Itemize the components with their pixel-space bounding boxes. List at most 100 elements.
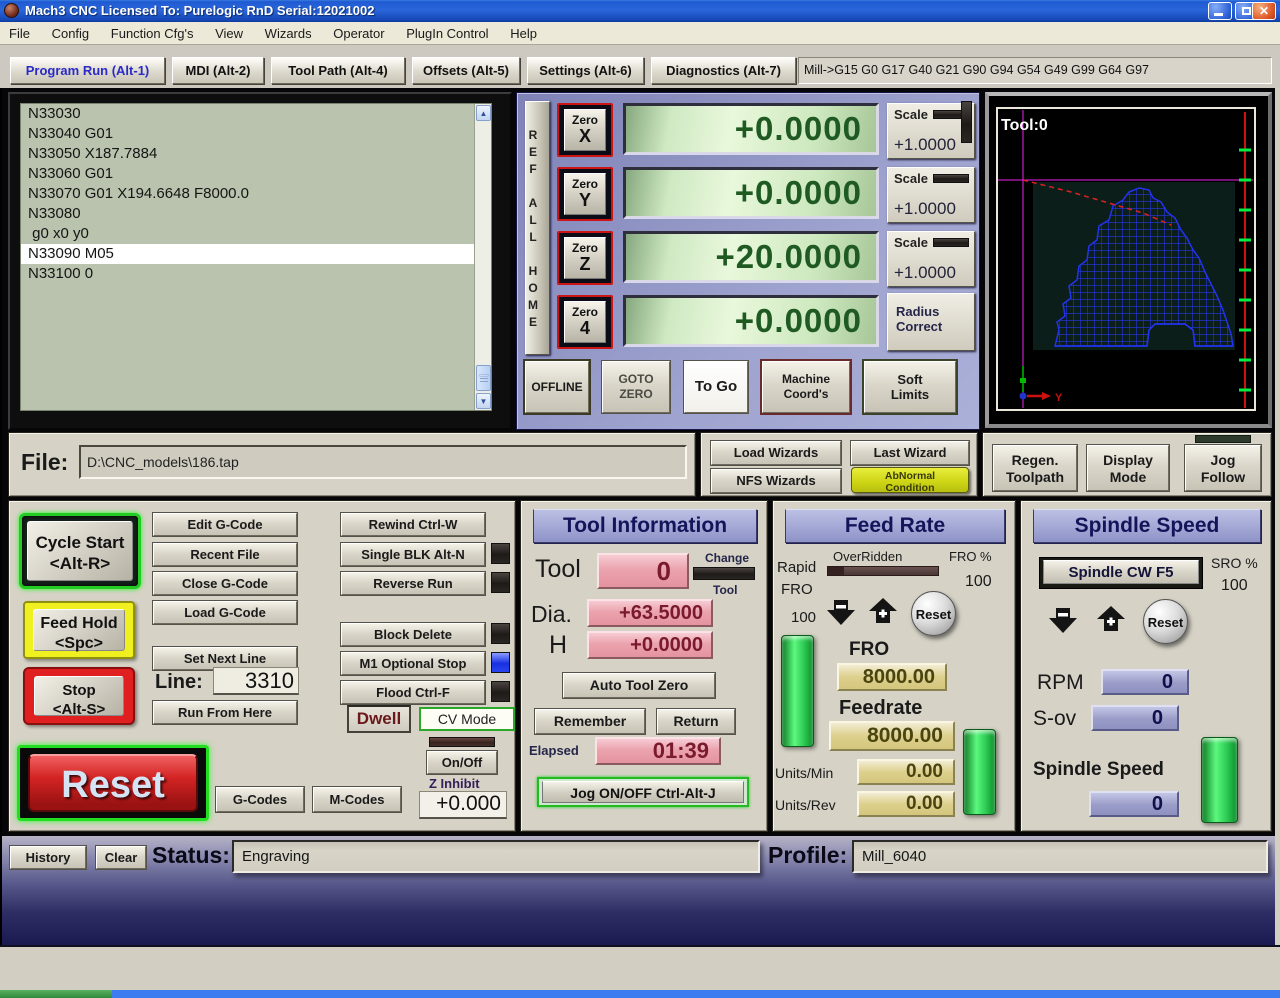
feedrate-slider[interactable]: [963, 729, 996, 815]
line-number-field[interactable]: 3310: [213, 667, 299, 695]
x-scale-value[interactable]: +1.0000: [894, 135, 956, 155]
reset-button[interactable]: Reset: [17, 745, 209, 821]
jog-follow-button[interactable]: Jog Follow: [1185, 445, 1261, 491]
tab-settings[interactable]: Settings (Alt-6): [527, 57, 644, 84]
axis4-dro[interactable]: +0.0000: [623, 295, 879, 347]
tab-tool-path[interactable]: Tool Path (Alt-4): [271, 57, 405, 84]
close-gcode-button[interactable]: Close G-Code: [153, 572, 297, 595]
toolpath-display[interactable]: Y Tool:0: [985, 92, 1272, 428]
menu-operator[interactable]: Operator: [324, 22, 393, 45]
cycle-start-button[interactable]: Cycle Start <Alt-R>: [19, 513, 141, 589]
gcode-line[interactable]: N33080: [21, 204, 491, 224]
last-wizard-button[interactable]: Last Wizard: [851, 441, 969, 465]
clear-button[interactable]: Clear: [96, 846, 146, 869]
spindle-decrease-icon[interactable]: [1047, 607, 1079, 634]
zero-x-button[interactable]: Zero X: [557, 103, 613, 157]
auto-tool-zero-button[interactable]: Auto Tool Zero: [563, 673, 715, 698]
gcode-line[interactable]: N33040 G01: [21, 124, 491, 144]
gcode-scrollbar[interactable]: ▲ ▼: [474, 104, 491, 410]
feedrate-dro[interactable]: 8000.00: [829, 721, 955, 751]
gcode-line[interactable]: N33030: [21, 104, 491, 124]
menu-config[interactable]: Config: [43, 22, 99, 45]
spindle-reset-button[interactable]: Reset: [1143, 599, 1188, 644]
z-scale-value[interactable]: +1.0000: [894, 263, 956, 283]
dwell-indicator[interactable]: Dwell: [347, 705, 411, 733]
to-go-button[interactable]: To Go: [684, 361, 748, 413]
reverse-run-button[interactable]: Reverse Run: [341, 572, 485, 595]
tab-mdi[interactable]: MDI (Alt-2): [172, 57, 264, 84]
fro-dro[interactable]: 8000.00: [837, 663, 947, 691]
gcode-line[interactable]: N33070 G01 X194.6648 F8000.0: [21, 184, 491, 204]
y-axis-dro[interactable]: +0.0000: [623, 167, 879, 219]
z-inhibit-onoff-button[interactable]: On/Off: [427, 751, 497, 774]
rewind-button[interactable]: Rewind Ctrl-W: [341, 513, 485, 536]
gcode-line[interactable]: N33050 X187.7884: [21, 144, 491, 164]
zero-4-button[interactable]: Zero 4: [557, 295, 613, 349]
stop-button[interactable]: Stop <Alt-S>: [23, 667, 135, 725]
gcode-list[interactable]: N33030 N33040 G01 N33050 X187.7884 N3306…: [20, 103, 492, 411]
machine-coords-button[interactable]: Machine Coord's: [762, 361, 850, 413]
cv-mode-indicator[interactable]: CV Mode: [419, 707, 515, 731]
tool-number-dro[interactable]: 0: [597, 553, 689, 589]
gcode-line[interactable]: g0 x0 y0: [21, 224, 491, 244]
run-from-here-button[interactable]: Run From Here: [153, 701, 297, 724]
spindle-cw-button[interactable]: Spindle CW F5: [1039, 557, 1203, 589]
menu-help[interactable]: Help: [501, 22, 546, 45]
tool-diameter-dro[interactable]: +63.5000: [587, 599, 713, 627]
radius-correct-button[interactable]: Radius Correct: [887, 293, 975, 351]
load-wizards-button[interactable]: Load Wizards: [711, 441, 841, 465]
return-button[interactable]: Return: [657, 709, 735, 734]
single-blk-button[interactable]: Single BLK Alt-N: [341, 543, 485, 566]
zero-z-button[interactable]: Zero Z: [557, 231, 613, 285]
abnormal-condition-button[interactable]: AbNormal Condition: [851, 467, 969, 494]
scroll-down-icon[interactable]: ▼: [476, 393, 491, 409]
history-button[interactable]: History: [10, 846, 86, 869]
menu-plugin-control[interactable]: PlugIn Control: [397, 22, 497, 45]
nfs-wizards-button[interactable]: NFS Wizards: [711, 469, 841, 493]
load-gcode-button[interactable]: Load G-Code: [153, 601, 297, 624]
soft-limits-button[interactable]: Soft Limits: [864, 361, 956, 413]
fro-slider[interactable]: [781, 635, 814, 747]
spindle-speed-slider[interactable]: [1201, 737, 1238, 823]
ref-all-home-button[interactable]: REF ALL HOME: [525, 101, 550, 355]
goto-zero-button[interactable]: GOTO ZERO: [602, 361, 670, 413]
recent-file-button[interactable]: Recent File: [153, 543, 297, 566]
block-delete-button[interactable]: Block Delete: [341, 623, 485, 646]
gcode-line[interactable]: N33100 0: [21, 264, 491, 284]
gcode-line[interactable]: N33060 G01: [21, 164, 491, 184]
offline-button[interactable]: OFFLINE: [525, 361, 589, 413]
menu-wizards[interactable]: Wizards: [256, 22, 321, 45]
close-button[interactable]: ✕: [1252, 2, 1276, 20]
scroll-up-icon[interactable]: ▲: [476, 105, 491, 121]
menu-view[interactable]: View: [206, 22, 252, 45]
regen-toolpath-button[interactable]: Regen. Toolpath: [993, 445, 1077, 491]
x-axis-dro[interactable]: +0.0000: [623, 103, 879, 155]
gcodes-button[interactable]: G-Codes: [216, 787, 304, 812]
feed-decrease-icon[interactable]: [825, 599, 857, 626]
menu-function-cfgs[interactable]: Function Cfg's: [102, 22, 203, 45]
tab-offsets[interactable]: Offsets (Alt-5): [412, 57, 520, 84]
y-scale-value[interactable]: +1.0000: [894, 199, 956, 219]
tool-height-dro[interactable]: +0.0000: [587, 631, 713, 659]
zero-y-button[interactable]: Zero Y: [557, 167, 613, 221]
spindle-speed-dro[interactable]: 0: [1089, 791, 1179, 817]
m1-optional-stop-button[interactable]: M1 Optional Stop: [341, 652, 485, 675]
gcode-line-current[interactable]: N33090 M05: [21, 244, 491, 264]
feed-hold-button[interactable]: Feed Hold <Spc>: [23, 601, 135, 659]
mcodes-button[interactable]: M-Codes: [313, 787, 401, 812]
z-axis-dro[interactable]: +20.0000: [623, 231, 879, 283]
z-inhibit-value[interactable]: +0.000: [419, 791, 507, 819]
flood-button[interactable]: Flood Ctrl-F: [341, 681, 485, 704]
tab-diagnostics[interactable]: Diagnostics (Alt-7): [651, 57, 796, 84]
scrollbar-thumb[interactable]: [476, 365, 491, 391]
remember-button[interactable]: Remember: [535, 709, 645, 734]
minimize-button[interactable]: [1208, 2, 1232, 20]
feed-reset-button[interactable]: Reset: [911, 591, 956, 636]
start-button-edge[interactable]: [0, 990, 112, 998]
jog-onoff-button[interactable]: Jog ON/OFF Ctrl-Alt-J: [537, 777, 749, 807]
feed-increase-icon[interactable]: [867, 597, 899, 624]
spindle-increase-icon[interactable]: [1095, 605, 1127, 632]
menu-file[interactable]: File: [0, 22, 39, 45]
display-mode-button[interactable]: Display Mode: [1087, 445, 1169, 491]
tab-program-run[interactable]: Program Run (Alt-1): [10, 57, 165, 84]
